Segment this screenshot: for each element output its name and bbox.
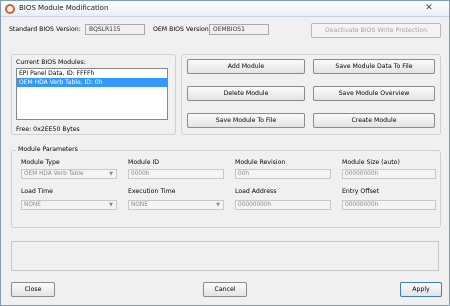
- list-item-selected[interactable]: OEM HDA Verb Table, ID: 0h: [17, 78, 167, 87]
- oem-bios-value: OEMBIOS1: [209, 24, 269, 35]
- module-size-field[interactable]: 00000000h: [342, 169, 436, 179]
- close-window-icon[interactable]: ✕: [415, 2, 443, 15]
- execution-time-select[interactable]: NONE ▼: [128, 200, 224, 210]
- add-module-button[interactable]: Add Module: [187, 59, 305, 74]
- module-revision-label: Module Revision: [235, 159, 286, 166]
- module-id-label: Module ID: [128, 159, 160, 166]
- module-parameters-title: Module Parameters: [16, 146, 80, 153]
- save-module-data-button[interactable]: Save Module Data To File: [313, 59, 435, 74]
- list-item[interactable]: EPI Panel Data, ID: FFFFh: [17, 69, 167, 78]
- close-button[interactable]: Close: [11, 282, 55, 297]
- entry-offset-field[interactable]: 00000000h: [342, 200, 436, 210]
- save-module-to-file-button[interactable]: Save Module To File: [187, 113, 305, 128]
- deactivate-write-protection-button[interactable]: Deactivate BIOS Write Protection: [311, 23, 441, 38]
- bios-module-dialog: BIOS Module Modification ✕ Standard BIOS…: [0, 0, 450, 306]
- apply-button[interactable]: Apply: [400, 282, 442, 297]
- load-time-value: NONE: [24, 202, 41, 208]
- chevron-down-icon: ▼: [109, 202, 113, 208]
- execution-time-label: Execution Time: [128, 188, 176, 195]
- load-address-label: Load Address: [235, 188, 277, 195]
- save-module-overview-button[interactable]: Save Module Overview: [313, 86, 435, 101]
- cancel-button[interactable]: Cancel: [203, 282, 247, 297]
- delete-module-button[interactable]: Delete Module: [187, 86, 305, 101]
- modules-listbox[interactable]: EPI Panel Data, ID: FFFFh OEM HDA Verb T…: [16, 68, 168, 120]
- module-type-select[interactable]: OEM HDA Verb Table ▼: [21, 169, 117, 179]
- execution-time-value: NONE: [131, 202, 148, 208]
- current-modules-title: Current BIOS Modules:: [16, 59, 86, 66]
- module-revision-field[interactable]: 00h: [235, 169, 331, 179]
- free-space-label: Free: 0x2EE50 Bytes: [16, 126, 80, 133]
- title-bar: BIOS Module Modification ✕: [1, 1, 449, 17]
- create-module-button[interactable]: Create Module: [313, 113, 435, 128]
- module-type-label: Module Type: [21, 159, 60, 166]
- oem-bios-label: OEM BIOS Version:: [153, 26, 211, 33]
- load-time-label: Load Time: [21, 188, 53, 195]
- window-title: BIOS Module Modification: [19, 4, 109, 12]
- module-id-field[interactable]: 0000h: [128, 169, 224, 179]
- chevron-down-icon: ▼: [109, 171, 113, 177]
- status-panel: [11, 241, 439, 271]
- std-bios-label: Standard BIOS Version:: [9, 26, 81, 33]
- load-time-select[interactable]: NONE ▼: [21, 200, 117, 210]
- load-address-field[interactable]: 00000000h: [235, 200, 331, 210]
- chevron-down-icon: ▼: [216, 202, 220, 208]
- module-size-label: Module Size (auto): [342, 159, 400, 166]
- module-type-value: OEM HDA Verb Table: [24, 171, 84, 177]
- std-bios-value: BQSLR115: [85, 24, 145, 35]
- app-icon: [5, 4, 15, 14]
- entry-offset-label: Entry Offset: [342, 188, 380, 195]
